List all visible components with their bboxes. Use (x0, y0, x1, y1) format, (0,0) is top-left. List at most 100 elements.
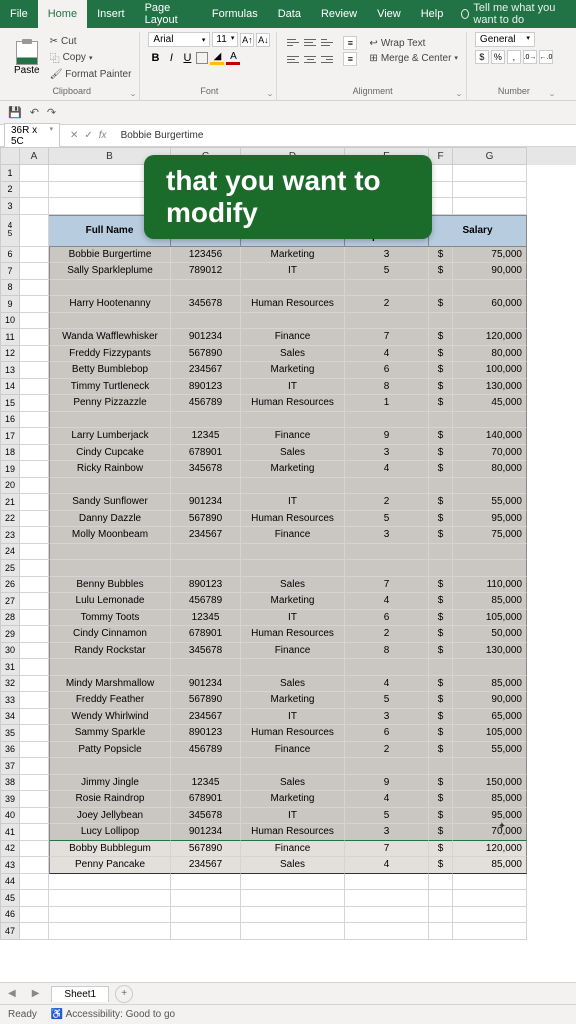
decrease-font-button[interactable]: A↓ (256, 33, 270, 47)
cell-currency[interactable]: $ (429, 494, 453, 511)
cell[interactable] (20, 445, 49, 462)
cell-currency[interactable] (429, 659, 453, 676)
cell[interactable] (171, 923, 241, 940)
row-header[interactable]: 10 (0, 313, 20, 330)
cell-name[interactable]: Jimmy Jingle (49, 775, 171, 792)
cell[interactable] (20, 923, 49, 940)
cell-id[interactable]: 12345 (171, 428, 241, 445)
cell-dept[interactable] (241, 659, 345, 676)
sheet-nav-next[interactable]: ▶ (24, 988, 48, 999)
cell-dept[interactable]: Human Resources (241, 511, 345, 528)
sheet-tab[interactable]: Sheet1 (51, 986, 109, 1002)
cell[interactable] (20, 182, 49, 199)
cell[interactable] (345, 907, 429, 924)
cell-salary[interactable]: 95,000 (453, 511, 527, 528)
cell-id[interactable]: 567890 (171, 692, 241, 709)
cell-name[interactable]: Tommy Toots (49, 610, 171, 627)
cell[interactable] (20, 890, 49, 907)
row-header[interactable]: 37 (0, 758, 20, 775)
cell[interactable] (20, 676, 49, 693)
cell-dept[interactable]: Sales (241, 775, 345, 792)
cell-salary[interactable] (453, 412, 527, 429)
select-all-corner[interactable] (0, 147, 20, 165)
row-header[interactable]: 19 (0, 461, 20, 478)
cell-dept[interactable] (241, 758, 345, 775)
cell[interactable] (429, 923, 453, 940)
cell-id[interactable]: 567890 (171, 841, 241, 858)
row-header[interactable]: 21 (0, 494, 20, 511)
cell-dept[interactable]: IT (241, 709, 345, 726)
cell-id[interactable]: 890123 (171, 379, 241, 396)
cell[interactable] (20, 428, 49, 445)
cell-currency[interactable]: $ (429, 461, 453, 478)
row-header[interactable]: 1 (0, 165, 20, 182)
row-header[interactable]: 38 (0, 775, 20, 792)
cell[interactable] (20, 412, 49, 429)
cell-dept[interactable]: IT (241, 379, 345, 396)
cell-currency[interactable]: $ (429, 692, 453, 709)
cell-yoe[interactable]: 2 (345, 494, 429, 511)
cell-id[interactable]: 567890 (171, 346, 241, 363)
cell-name[interactable]: Molly Moonbeam (49, 527, 171, 544)
tab-page-layout[interactable]: Page Layout (135, 0, 202, 28)
cell-id[interactable]: 123456 (171, 247, 241, 264)
tab-insert[interactable]: Insert (87, 0, 135, 28)
cell-name[interactable] (49, 560, 171, 577)
align-left-button[interactable] (285, 51, 301, 67)
cell-yoe[interactable]: 7 (345, 841, 429, 858)
cell[interactable] (20, 346, 49, 363)
cell-yoe[interactable]: 4 (345, 593, 429, 610)
cell-dept[interactable] (241, 313, 345, 330)
cell[interactable] (49, 907, 171, 924)
cell-currency[interactable]: $ (429, 824, 453, 841)
row-header[interactable]: 33 (0, 692, 20, 709)
cell[interactable] (20, 857, 49, 874)
cell-currency[interactable] (429, 758, 453, 775)
cancel-formula-icon[interactable]: ✕ (70, 130, 78, 141)
row-header[interactable]: 17 (0, 428, 20, 445)
row-header[interactable]: 44 (0, 874, 20, 891)
cell-id[interactable]: 901234 (171, 824, 241, 841)
cell-currency[interactable]: $ (429, 626, 453, 643)
cell-id[interactable]: 901234 (171, 494, 241, 511)
cell-id[interactable]: 678901 (171, 445, 241, 462)
row-header[interactable]: 2 (0, 182, 20, 199)
cell-currency[interactable]: $ (429, 791, 453, 808)
cell-dept[interactable]: Marketing (241, 362, 345, 379)
cell-currency[interactable] (429, 478, 453, 495)
cell[interactable] (453, 198, 527, 215)
cell-dept[interactable]: Finance (241, 841, 345, 858)
cell[interactable] (345, 923, 429, 940)
cell[interactable] (20, 527, 49, 544)
cell-id[interactable]: 234567 (171, 527, 241, 544)
cell-yoe[interactable]: 8 (345, 379, 429, 396)
cell-dept[interactable] (241, 560, 345, 577)
cell-currency[interactable]: $ (429, 329, 453, 346)
cell-yoe[interactable]: 4 (345, 676, 429, 693)
cell-salary[interactable] (453, 544, 527, 561)
cell-salary[interactable]: 90,000 (453, 263, 527, 280)
row-header[interactable]: 41 (0, 824, 20, 841)
cell[interactable] (20, 461, 49, 478)
save-button[interactable]: 💾 (8, 106, 22, 119)
cell[interactable] (429, 907, 453, 924)
cell-id[interactable]: 345678 (171, 808, 241, 825)
cell-salary[interactable] (453, 560, 527, 577)
tab-help[interactable]: Help (411, 0, 454, 28)
font-name-select[interactable]: Arial▾ (148, 32, 210, 47)
cell-dept[interactable]: Marketing (241, 692, 345, 709)
percent-format-button[interactable]: % (491, 50, 505, 64)
cell-dept[interactable]: Sales (241, 676, 345, 693)
cell-yoe[interactable]: 6 (345, 725, 429, 742)
border-button[interactable] (196, 52, 208, 64)
row-header[interactable]: 45 (0, 215, 20, 247)
cell[interactable] (241, 923, 345, 940)
cell[interactable] (20, 758, 49, 775)
column-header-G[interactable]: G (453, 147, 527, 165)
cell[interactable] (20, 362, 49, 379)
cell-yoe[interactable] (345, 758, 429, 775)
cell-salary[interactable]: 60,000 (453, 296, 527, 313)
cell[interactable] (20, 280, 49, 297)
cell[interactable] (20, 907, 49, 924)
cell-salary[interactable] (453, 478, 527, 495)
